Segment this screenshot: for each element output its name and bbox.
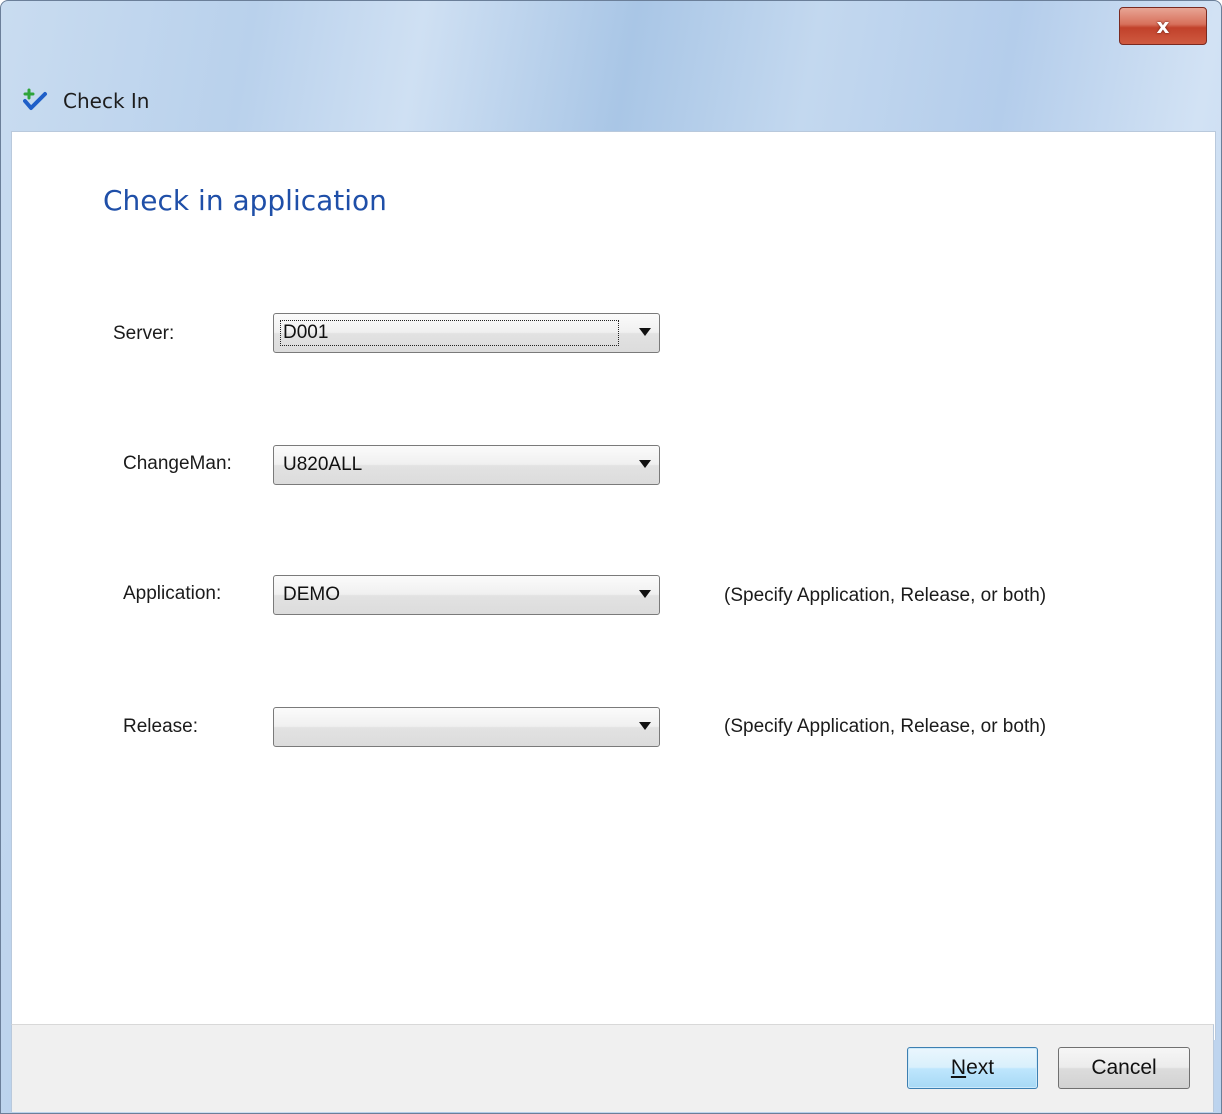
- dialog-title: Check In: [23, 85, 149, 117]
- chevron-down-icon: [639, 460, 651, 468]
- release-hint: (Specify Application, Release, or both): [724, 716, 1047, 737]
- application-dropdown[interactable]: DEMO: [273, 575, 660, 615]
- changeman-value: U820ALL: [283, 454, 363, 475]
- cancel-button[interactable]: Cancel: [1058, 1047, 1190, 1089]
- application-label: Application:: [123, 583, 222, 604]
- dialog-title-text: Check In: [63, 89, 150, 113]
- close-icon: x: [1156, 14, 1170, 38]
- dialog-window: x Check In Check in application Server: …: [0, 0, 1222, 1114]
- close-button[interactable]: x: [1119, 7, 1207, 45]
- wizard-content: Check in application Server: D001 Change…: [11, 131, 1216, 1040]
- check-in-icon: [23, 88, 47, 110]
- changeman-label: ChangeMan:: [123, 453, 232, 474]
- application-value: DEMO: [283, 584, 340, 605]
- chevron-down-icon: [639, 722, 651, 730]
- chevron-down-icon: [639, 590, 651, 598]
- next-button[interactable]: Next: [907, 1047, 1038, 1089]
- release-dropdown[interactable]: [273, 707, 660, 747]
- page-title: Check in application: [103, 184, 387, 217]
- server-value: D001: [280, 320, 619, 346]
- next-label-rest: ext: [966, 1056, 995, 1079]
- server-dropdown[interactable]: D001: [273, 313, 660, 353]
- application-hint: (Specify Application, Release, or both): [724, 585, 1047, 606]
- release-value: [281, 715, 285, 739]
- server-label: Server:: [113, 323, 175, 344]
- chevron-down-icon: [639, 328, 651, 336]
- release-label: Release:: [123, 716, 198, 737]
- next-mnemonic: N: [950, 1056, 967, 1079]
- changeman-dropdown[interactable]: U820ALL: [273, 445, 660, 485]
- button-bar: Next Cancel: [11, 1024, 1214, 1112]
